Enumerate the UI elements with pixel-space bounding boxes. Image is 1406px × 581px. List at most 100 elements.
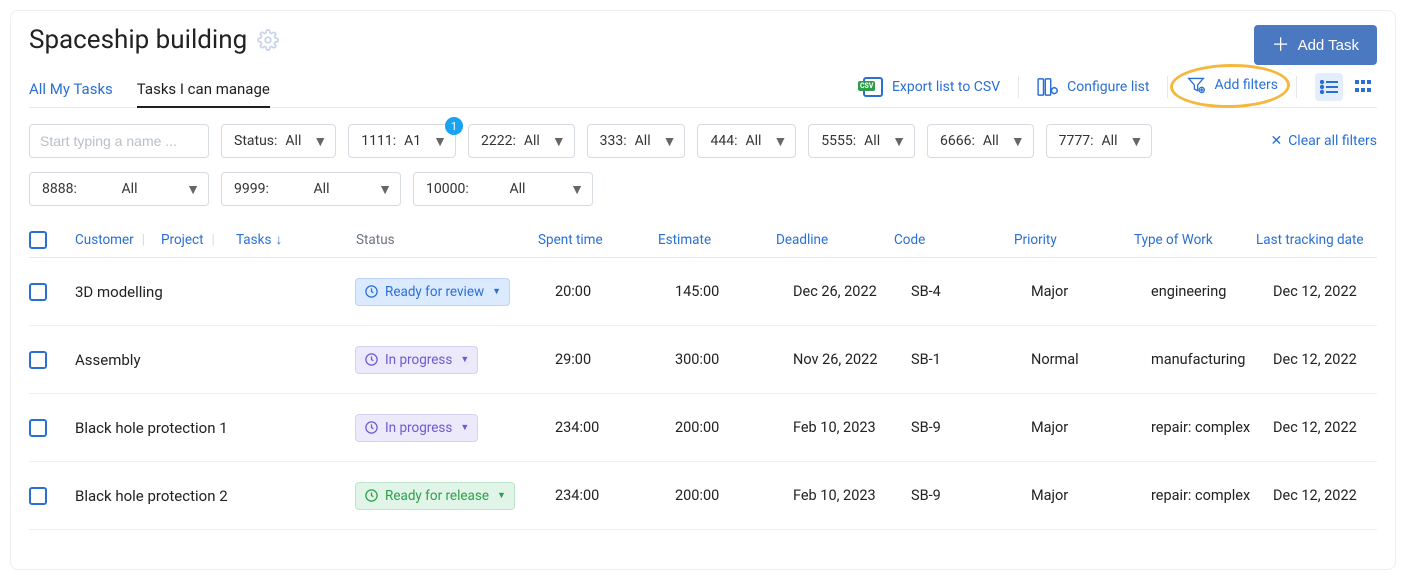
chevron-down-icon: ▼ (1130, 133, 1144, 150)
filter-value: All (1102, 133, 1118, 149)
chevron-down-icon: ▼ (378, 181, 392, 198)
deadline: Feb 10, 2023 (793, 419, 911, 436)
priority: Major (1031, 487, 1151, 504)
filter-8888[interactable]: 8888: All▼ (29, 172, 209, 206)
col-project[interactable]: Project| (161, 232, 236, 248)
chevron-down-icon: ▼ (570, 181, 584, 198)
estimate: 145:00 (675, 283, 793, 300)
clock-icon (364, 488, 379, 503)
row-checkbox[interactable] (29, 487, 47, 505)
estimate: 300:00 (675, 351, 793, 368)
add-task-button[interactable]: ＋ Add Task (1254, 25, 1377, 65)
type-of-work: engineering (1151, 283, 1273, 300)
list-icon (1320, 80, 1338, 94)
filter-value: All (524, 133, 540, 149)
filter-value: All (285, 133, 301, 149)
last-tracking: Dec 12, 2022 (1273, 487, 1406, 504)
priority: Normal (1031, 351, 1151, 368)
filter-add-icon (1186, 76, 1206, 94)
configure-icon (1037, 78, 1059, 96)
spent-time: 20:00 (555, 283, 675, 300)
table-row: Black hole protection 1In progress▼234:0… (29, 394, 1377, 462)
filter-9999[interactable]: 9999: All▼ (221, 172, 401, 206)
status-pill[interactable]: Ready for review▼ (355, 278, 510, 306)
filter-Status[interactable]: Status: All▼ (221, 124, 336, 158)
filter-value: All (983, 133, 999, 149)
filter-1111[interactable]: 1111: A1▼1 (348, 124, 456, 158)
table-row: 3D modellingReady for review▼ 20:00145:00… (29, 258, 1377, 326)
status-label: In progress (385, 420, 452, 436)
filter-7777[interactable]: 7777: All ▼ (1046, 124, 1153, 158)
status-pill[interactable]: Ready for release▼ (355, 482, 515, 510)
close-icon: ✕ (1270, 133, 1282, 149)
priority: Major (1031, 419, 1151, 436)
col-priority[interactable]: Priority (1014, 232, 1134, 248)
search-input-wrapper[interactable] (29, 124, 209, 158)
status-pill[interactable]: In progress ▼ (355, 414, 478, 442)
col-status: Status (356, 232, 538, 248)
code: SB-1 (911, 351, 1031, 368)
row-checkbox[interactable] (29, 283, 47, 301)
filter-444[interactable]: 444: All▼ (697, 124, 796, 158)
col-tasks[interactable]: Tasks ↓ (236, 232, 356, 248)
export-csv-label: Export list to CSV (892, 79, 1000, 95)
sort-down-icon: ↓ (275, 232, 282, 248)
caret-down-icon: ▼ (460, 422, 469, 433)
filter-label: 10000: (426, 181, 469, 197)
export-csv-button[interactable]: CSV Export list to CSV (858, 77, 1000, 97)
col-type[interactable]: Type of Work (1134, 232, 1256, 248)
chevron-down-icon: ▼ (663, 133, 677, 150)
type-of-work: manufacturing (1151, 351, 1273, 368)
type-of-work: repair: complex (1151, 487, 1273, 504)
select-all-checkbox[interactable] (29, 231, 47, 249)
row-checkbox[interactable] (29, 351, 47, 369)
filter-2222[interactable]: 2222: All▼ (468, 124, 575, 158)
toolbar-separator (1018, 76, 1019, 98)
task-name[interactable]: Assembly (75, 351, 355, 369)
filter-5555[interactable]: 5555: All▼ (808, 124, 915, 158)
filter-value: All (314, 181, 330, 197)
filter-value: All (864, 133, 880, 149)
configure-list-label: Configure list (1067, 79, 1149, 95)
col-last-tracking[interactable]: Last tracking date (1256, 232, 1396, 248)
configure-list-button[interactable]: Configure list (1037, 78, 1149, 96)
chevron-down-icon: ▼ (186, 181, 200, 198)
col-customer[interactable]: Customer| (75, 232, 161, 248)
status-pill[interactable]: In progress▼ (355, 346, 478, 374)
spent-time: 234:00 (555, 487, 675, 504)
tab-0[interactable]: All My Tasks (29, 80, 113, 107)
row-checkbox[interactable] (29, 419, 47, 437)
toolbar-separator (1296, 76, 1297, 98)
filter-6666[interactable]: 6666: All▼ (927, 124, 1034, 158)
col-deadline[interactable]: Deadline (776, 232, 894, 248)
view-grid-button[interactable] (1349, 73, 1377, 101)
filter-label: 6666: (940, 133, 975, 149)
task-name[interactable]: 3D modelling (75, 283, 355, 301)
type-of-work: repair: complex (1151, 419, 1273, 436)
filter-label: Status: (234, 133, 277, 149)
col-spent-time[interactable]: Spent time (538, 232, 658, 248)
clear-all-filters-button[interactable]: ✕ Clear all filters (1270, 133, 1377, 149)
clock-icon (364, 420, 379, 435)
add-filters-button[interactable]: Add filters (1186, 76, 1278, 94)
deadline: Dec 26, 2022 (793, 283, 911, 300)
caret-down-icon: ▼ (492, 286, 501, 297)
chevron-down-icon: ▼ (552, 133, 566, 150)
table-row: Black hole protection 2Ready for release… (29, 462, 1377, 530)
estimate: 200:00 (675, 419, 793, 436)
filter-label: 7777: (1059, 133, 1094, 149)
caret-down-icon: ▼ (460, 354, 469, 365)
col-code[interactable]: Code (894, 232, 1014, 248)
col-estimate[interactable]: Estimate (658, 232, 776, 248)
task-name[interactable]: Black hole protection 2 (75, 487, 355, 505)
add-filters-label: Add filters (1214, 77, 1278, 93)
caret-down-icon: ▼ (497, 490, 506, 501)
gear-icon[interactable] (257, 29, 279, 51)
tab-1[interactable]: Tasks I can manage (137, 80, 270, 108)
task-name[interactable]: Black hole protection 1 (75, 419, 355, 437)
view-list-button[interactable] (1315, 73, 1343, 101)
filter-10000[interactable]: 10000: All▼ (413, 172, 593, 206)
chevron-down-icon: ▼ (433, 133, 447, 150)
search-input[interactable] (38, 132, 223, 150)
filter-333[interactable]: 333: All▼ (587, 124, 686, 158)
